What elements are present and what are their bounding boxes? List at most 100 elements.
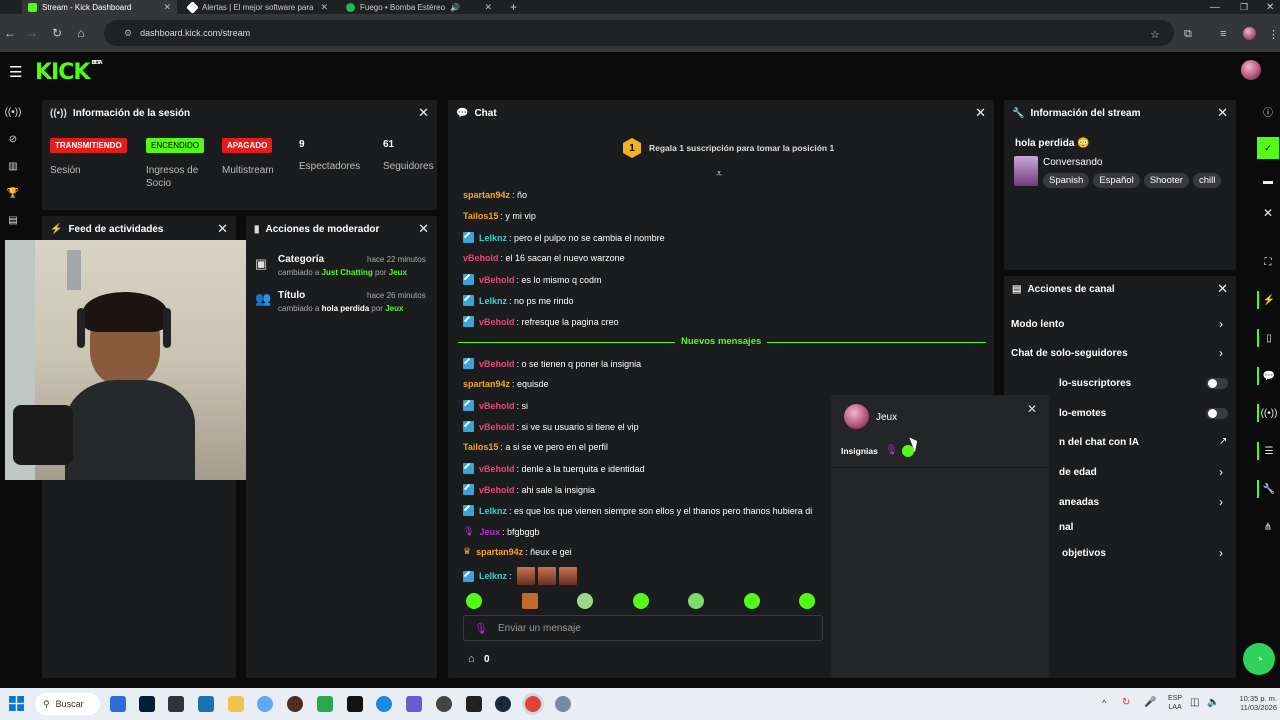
chat-username[interactable]: Tailos15	[463, 211, 498, 221]
chat-username[interactable]: spartan94z	[476, 547, 523, 557]
chevron-right-icon[interactable]: ›	[1219, 317, 1223, 331]
slow-mode-row[interactable]: Modo lento	[1011, 319, 1064, 330]
app-icon[interactable]	[287, 696, 303, 712]
app-icon[interactable]	[198, 696, 214, 712]
close-tab-icon[interactable]: ✕	[163, 2, 171, 13]
pinned-gift-message[interactable]: Regala 1 suscripción para tomar la posic…	[649, 143, 834, 153]
hamburger-menu-icon[interactable]: ☰	[9, 63, 22, 81]
trophy-icon[interactable]: 🏆	[6, 186, 20, 200]
tab-alertas[interactable]: Alertas | El mejor software para ✕	[182, 0, 334, 14]
mic-icon[interactable]: 🎤	[1144, 697, 1156, 708]
app-icon[interactable]	[168, 696, 184, 712]
close-tab-icon[interactable]: ✕	[320, 2, 328, 13]
banned-words-row[interactable]: aneadas	[1059, 497, 1099, 508]
chrome-icon[interactable]	[525, 696, 541, 712]
obs-icon[interactable]	[466, 696, 482, 712]
chat-username[interactable]: Jeux	[479, 527, 500, 537]
layout-icon[interactable]: ▤	[6, 213, 20, 227]
chevron-right-icon[interactable]: ›	[1219, 495, 1223, 509]
chat-username[interactable]: vBehold	[479, 401, 515, 411]
clock[interactable]: 10:35 p. m. 11/03/2026	[1233, 694, 1277, 712]
new-tab-button[interactable]: +	[504, 0, 520, 14]
chat-username[interactable]: Lelknz	[479, 296, 507, 306]
chat-username[interactable]: vBehold	[479, 464, 515, 474]
close-tab-icon[interactable]: ✕	[484, 2, 492, 13]
app-icon[interactable]	[110, 696, 126, 712]
share-icon[interactable]: ⋔	[1257, 518, 1279, 536]
chat-username[interactable]: Lelknz	[479, 233, 507, 243]
maximize-icon[interactable]: ❐	[1234, 0, 1254, 14]
filter-icon[interactable]: ⩡	[716, 168, 722, 181]
app-icon[interactable]	[257, 696, 273, 712]
tray-app-icon[interactable]: ↻	[1122, 697, 1130, 708]
chat-username[interactable]: vBehold	[479, 359, 515, 369]
network-icon[interactable]: ◫	[1190, 697, 1199, 708]
chat-username[interactable]: vBehold	[479, 275, 515, 285]
close-icon[interactable]: ✕	[1257, 204, 1279, 222]
edge-icon[interactable]	[376, 696, 392, 712]
emote-icon[interactable]	[688, 593, 704, 609]
bolt-icon[interactable]: ⚡	[1257, 291, 1279, 309]
capcut-icon[interactable]	[347, 696, 363, 712]
emotes-only-toggle[interactable]	[1206, 408, 1228, 419]
app-icon[interactable]	[436, 696, 452, 712]
emote-icon[interactable]	[633, 593, 649, 609]
emotes-only-row[interactable]: lo-emotes	[1059, 408, 1106, 419]
close-panel-icon[interactable]: ✕	[975, 105, 986, 121]
fullscreen-icon[interactable]: ⛶	[1257, 253, 1279, 271]
emote-icon[interactable]	[799, 593, 815, 609]
user-avatar[interactable]	[1241, 60, 1261, 80]
store-icon[interactable]: ⌂	[468, 653, 475, 665]
emote-icon[interactable]	[744, 593, 760, 609]
tag-pill[interactable]: chill	[1192, 173, 1222, 188]
media-control-icon[interactable]: ≡	[1220, 28, 1226, 40]
tab-kick-dashboard[interactable]: Stream - Kick Dashboard ✕	[22, 0, 177, 14]
users-icon[interactable]: ☰	[1257, 442, 1279, 460]
info-icon[interactable]: ⓘ	[1257, 102, 1279, 120]
chat-username[interactable]: vBehold	[479, 422, 515, 432]
close-panel-icon[interactable]: ✕	[1217, 281, 1228, 297]
chat-username[interactable]: vBehold	[479, 317, 515, 327]
chat-username[interactable]: Tailos15	[463, 442, 498, 452]
home-icon[interactable]: ⌂	[73, 25, 89, 41]
tag-pill[interactable]: Shooter	[1143, 173, 1189, 188]
emote-icon[interactable]	[522, 593, 538, 609]
broadcast-icon[interactable]: ((•))	[1257, 404, 1279, 422]
speaker-icon[interactable]: 🔊	[450, 3, 460, 12]
subscribers-only-toggle[interactable]	[1206, 378, 1228, 389]
broadcast-icon[interactable]: ((•))	[5, 105, 22, 119]
chat-username[interactable]: vBehold	[479, 485, 515, 495]
settings-icon[interactable]	[555, 696, 571, 712]
age-restriction-row[interactable]: de edad	[1059, 467, 1097, 478]
taskbar-search[interactable]: ⚲ Buscar	[35, 693, 100, 715]
tab-spotify[interactable]: Fuego • Bomba Estéreo 🔊 ✕	[340, 0, 498, 14]
emote-icon[interactable]	[577, 593, 593, 609]
chat-username[interactable]: vBehold	[463, 253, 499, 263]
app-icon[interactable]	[317, 696, 333, 712]
link-icon[interactable]: ⊘	[6, 132, 20, 146]
close-window-icon[interactable]: ✕	[1260, 0, 1280, 14]
close-panel-icon[interactable]: ✕	[418, 105, 429, 121]
ai-moderation-row[interactable]: n del chat con IA	[1059, 437, 1139, 448]
close-panel-icon[interactable]: ✕	[1217, 105, 1228, 121]
emote-icon[interactable]	[466, 593, 482, 609]
reload-icon[interactable]: ↻	[49, 25, 65, 41]
volume-icon[interactable]: 🔈	[1207, 697, 1219, 708]
chat-icon[interactable]: 💬	[1257, 367, 1279, 385]
site-info-icon[interactable]: ⚙	[124, 28, 132, 39]
url-input[interactable]: ⚙ dashboard.kick.com/stream	[104, 20, 1174, 46]
chat-username[interactable]: Lelknz	[479, 506, 507, 516]
forward-icon[interactable]: →	[24, 25, 40, 41]
kick-logo[interactable]: KICK BETA	[35, 60, 103, 85]
check-icon[interactable]: ✓	[1257, 137, 1279, 159]
chat-input[interactable]: 🎙 Enviar un mensaje	[463, 615, 823, 641]
chat-username[interactable]: Lelknz	[479, 571, 507, 581]
file-explorer-icon[interactable]	[228, 696, 244, 712]
bookmark-star-icon[interactable]: ☆	[1150, 28, 1160, 41]
chevron-right-icon[interactable]: ›	[1219, 346, 1223, 360]
back-icon[interactable]: ←	[2, 25, 18, 41]
chevron-right-icon[interactable]: ›	[1219, 465, 1223, 479]
chevron-right-icon[interactable]: ›	[1219, 546, 1223, 560]
close-card-icon[interactable]: ✕	[1027, 402, 1037, 416]
steam-icon[interactable]	[495, 696, 511, 712]
